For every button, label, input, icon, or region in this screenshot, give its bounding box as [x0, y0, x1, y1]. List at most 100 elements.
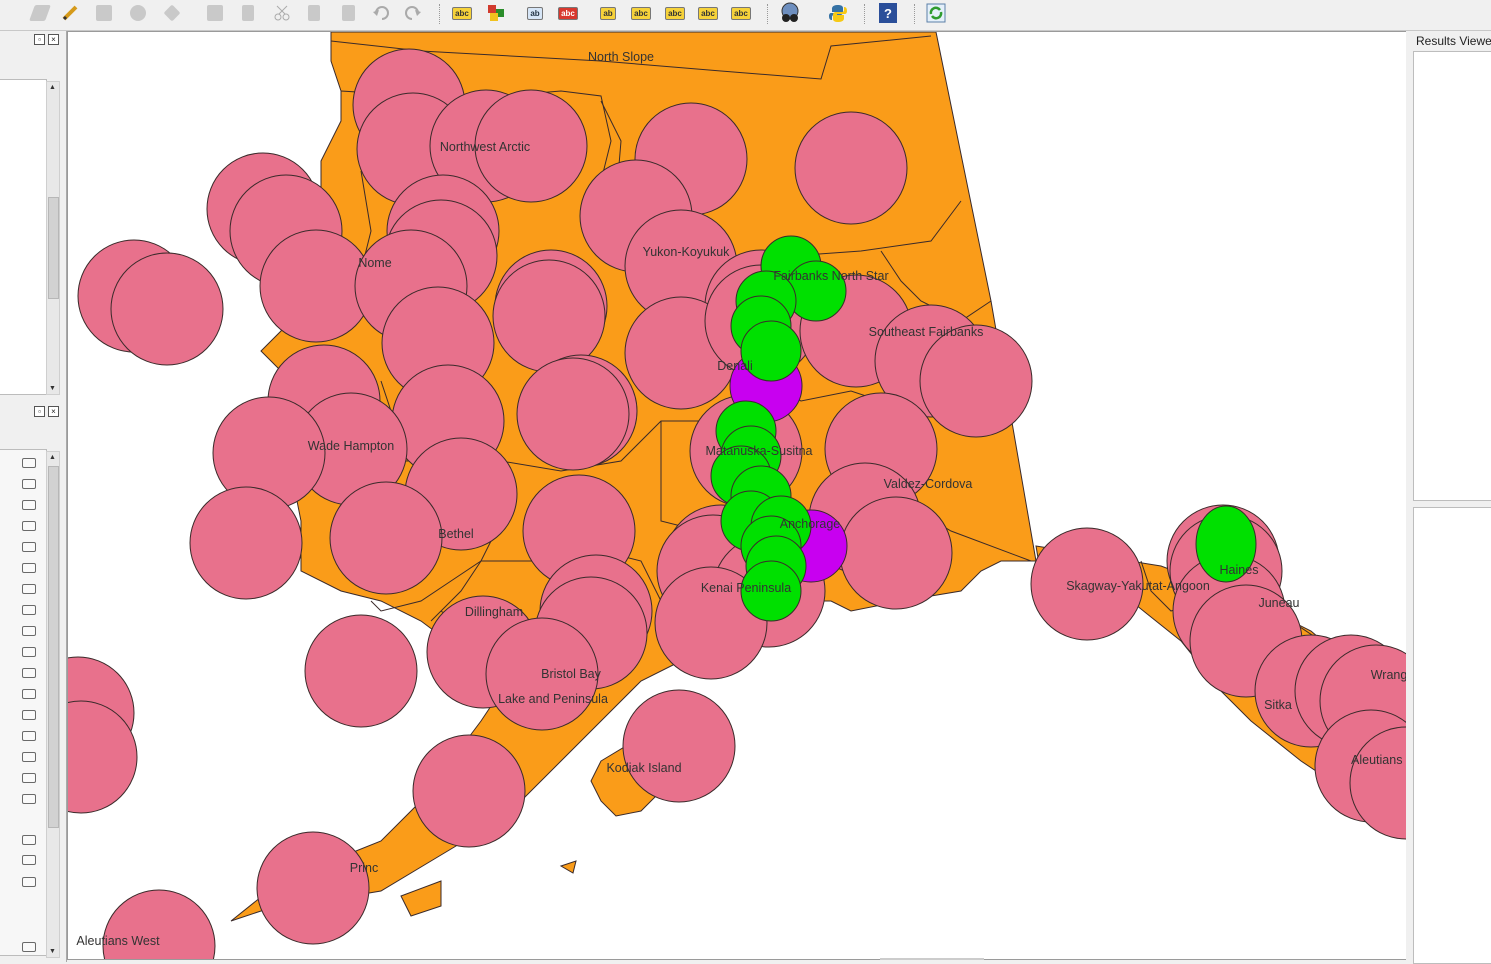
toggle-editing-icon[interactable] — [58, 2, 82, 24]
browser-item-icon[interactable] — [22, 458, 36, 468]
browser-item-icon[interactable] — [22, 584, 36, 594]
browser-item-icon[interactable] — [22, 647, 36, 657]
region-label: Valdez-Cordova — [884, 477, 973, 491]
remove-label-icon[interactable]: abc — [556, 2, 580, 24]
change-label-icon[interactable]: abc — [729, 2, 753, 24]
pink-buffer-circle — [189, 486, 303, 600]
results-viewer-content[interactable] — [1413, 51, 1491, 501]
redo-icon[interactable] — [401, 2, 425, 24]
region-label: Matanuska-Susitna — [705, 444, 812, 458]
browser-item-icon[interactable] — [22, 794, 36, 804]
label-style-icon[interactable] — [484, 2, 508, 24]
field-calculator-icon[interactable] — [203, 2, 227, 24]
undo-icon[interactable] — [369, 2, 393, 24]
scroll-down-icon[interactable]: ▼ — [49, 948, 56, 955]
region-label: Sitka — [1264, 698, 1292, 712]
globe-binoculars-icon[interactable] — [778, 2, 802, 24]
region-label: Bethel — [438, 527, 473, 541]
aleutian-islet-polygon — [400, 880, 442, 917]
browser-item-icon[interactable] — [22, 877, 36, 887]
map-canvas[interactable]: North Slope Northwest Arctic Nome Yukon-Koy… — [67, 31, 1407, 960]
browser-item-icon[interactable] — [22, 731, 36, 741]
buffer-circles-layer — [68, 48, 1406, 959]
scroll-down-icon[interactable]: ▼ — [49, 385, 56, 392]
scroll-up-icon[interactable]: ▲ — [49, 454, 56, 461]
results-viewer-title: Results Viewer — [1416, 34, 1491, 48]
browser-item-icon[interactable] — [22, 563, 36, 573]
status-splitter[interactable] — [880, 958, 984, 960]
browser-item-icon[interactable] — [22, 710, 36, 720]
pink-buffer-circle — [329, 481, 443, 595]
show-hide-label-icon[interactable]: abc — [629, 2, 653, 24]
pink-buffer-circle — [102, 889, 216, 959]
help-icon[interactable]: ? — [876, 2, 900, 24]
region-label: Kodiak Island — [606, 761, 681, 775]
browser-item-icon[interactable] — [22, 835, 36, 845]
browser-item-icon[interactable] — [22, 942, 36, 952]
python-console-icon[interactable] — [826, 2, 850, 24]
rotate-label-icon[interactable]: abc — [696, 2, 720, 24]
pink-buffer-circle — [412, 734, 526, 848]
left-dock-panels: ▫ × ▲ ▼ ▫ × ▲ ▼ — [0, 31, 67, 962]
float-panel-icon[interactable]: ▫ — [34, 406, 45, 417]
refresh-table-icon[interactable] — [924, 2, 948, 24]
region-label: Fairbanks North Star — [773, 269, 888, 283]
scroll-thumb[interactable] — [48, 197, 59, 299]
pink-buffer-circle — [304, 614, 418, 728]
edit-pencil-icon[interactable] — [28, 2, 52, 24]
browser-item-icon[interactable] — [22, 605, 36, 615]
browser-item-icon[interactable] — [22, 500, 36, 510]
node-tool-icon[interactable] — [160, 2, 184, 24]
region-label: Anchorage — [780, 517, 841, 531]
aleutian-islet-polygon — [559, 860, 577, 874]
close-panel-icon[interactable]: × — [48, 34, 59, 45]
browser-item-icon[interactable] — [22, 626, 36, 636]
move-label-icon[interactable]: abc — [663, 2, 687, 24]
browser-item-icon[interactable] — [22, 668, 36, 678]
pink-buffer-circle — [839, 496, 953, 610]
layers-panel-header: ▫ × — [0, 31, 66, 49]
region-label: Wade Hampton — [308, 439, 394, 453]
save-edits-icon[interactable] — [92, 2, 116, 24]
region-label: Yukon-Koyukuk — [643, 245, 731, 259]
browser-panel-header: ▫ × — [0, 403, 66, 421]
browser-item-icon[interactable] — [22, 773, 36, 783]
browser-item-icon[interactable] — [22, 521, 36, 531]
browser-item-icon[interactable] — [22, 689, 36, 699]
close-panel-icon[interactable]: × — [48, 406, 59, 417]
cut-icon[interactable] — [270, 2, 294, 24]
results-viewer-details[interactable] — [1413, 507, 1491, 964]
browser-item-icon[interactable] — [22, 542, 36, 552]
toolbar-separator — [864, 4, 867, 24]
browser-scrollbar[interactable]: ▲ ▼ — [46, 451, 60, 958]
label-tool-icon[interactable]: abc — [450, 2, 474, 24]
region-label: Southeast Fairbanks — [869, 325, 984, 339]
toolbar-separator — [439, 4, 442, 24]
region-label: Lake and Peninsula — [498, 692, 608, 706]
pink-buffer-circle — [516, 357, 630, 471]
region-label: Kenai Peninsula — [701, 581, 791, 595]
highlight-pinned-label-icon[interactable]: ab — [596, 2, 620, 24]
copy-icon[interactable] — [302, 2, 326, 24]
scroll-thumb[interactable] — [48, 466, 59, 828]
region-label: Haines — [1220, 563, 1259, 577]
region-label: Denali — [717, 359, 752, 373]
layers-scrollbar[interactable]: ▲ ▼ — [46, 81, 60, 395]
browser-item-icon[interactable] — [22, 855, 36, 865]
layers-list[interactable] — [0, 79, 47, 395]
map-svg[interactable]: North Slope Northwest Arctic Nome Yukon-Koy… — [68, 32, 1406, 959]
delete-selected-icon[interactable] — [236, 2, 260, 24]
float-panel-icon[interactable]: ▫ — [34, 34, 45, 45]
region-label: North Slope — [588, 50, 654, 64]
scroll-up-icon[interactable]: ▲ — [49, 84, 56, 91]
region-label: Nome — [358, 256, 391, 270]
pin-label-icon[interactable]: ab — [523, 2, 547, 24]
region-label: Northwest Arctic — [440, 140, 530, 154]
browser-item-icon[interactable] — [22, 479, 36, 489]
region-label: Wrang — [1371, 668, 1406, 682]
add-feature-icon[interactable] — [126, 2, 150, 24]
browser-item-icon[interactable] — [22, 752, 36, 762]
pink-buffer-circle — [622, 689, 736, 803]
paste-icon[interactable] — [336, 2, 360, 24]
region-label: Bristol Bay — [541, 667, 601, 681]
